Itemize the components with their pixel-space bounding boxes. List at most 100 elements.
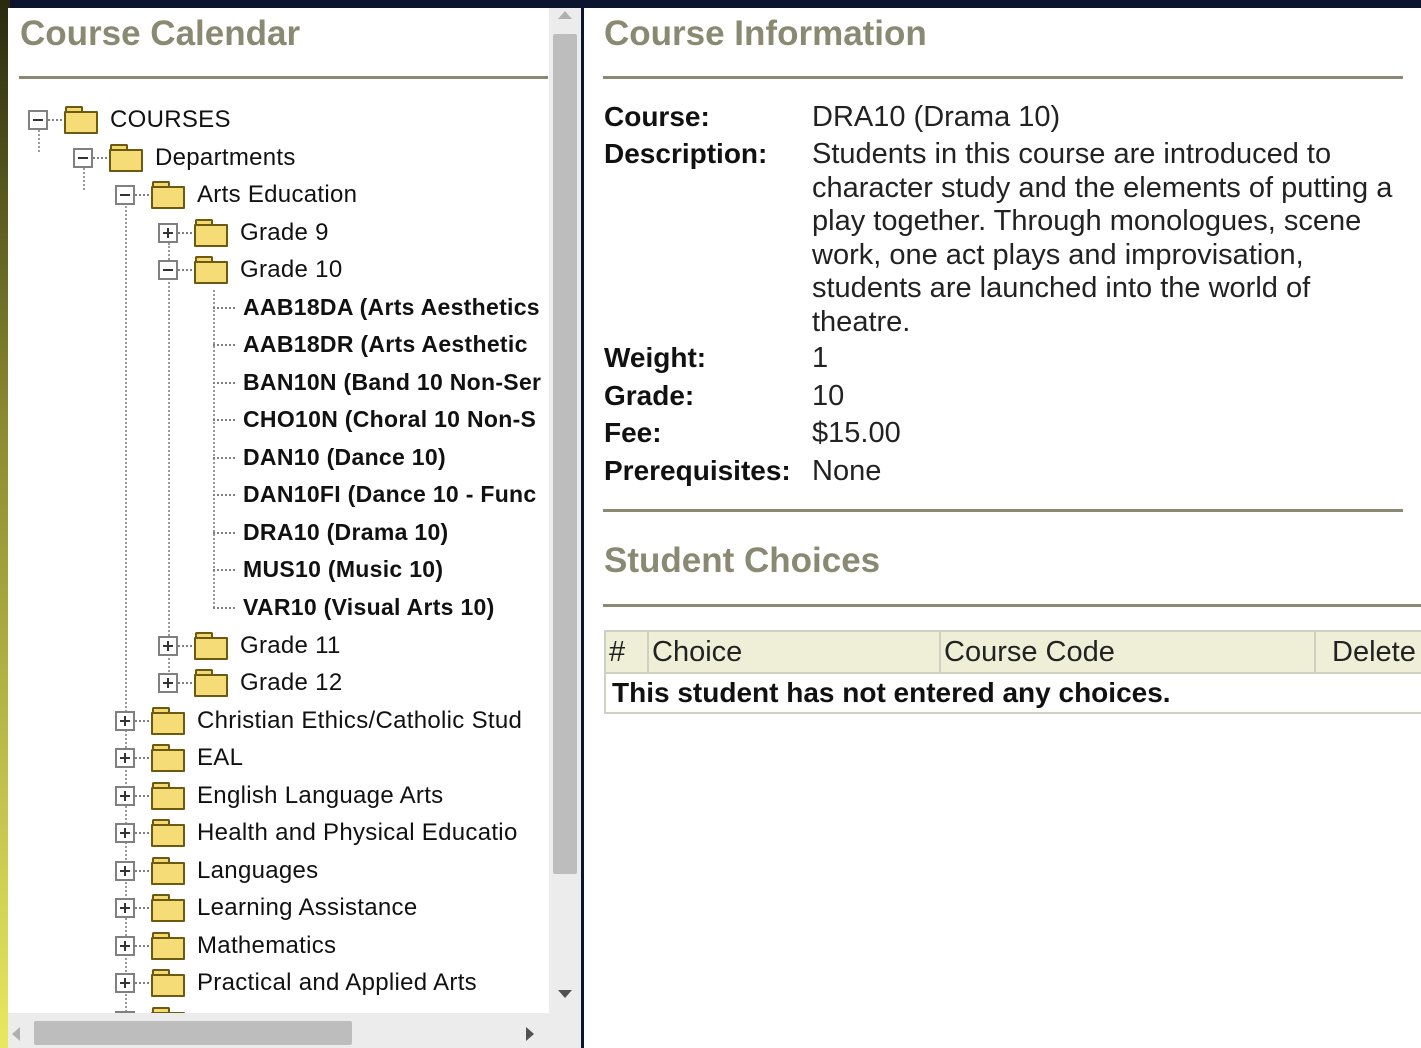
- tree-node-label: COURSES: [110, 105, 231, 133]
- table-header-row: # Choice Course Code Delete: [604, 630, 1421, 674]
- collapse-icon[interactable]: [158, 259, 178, 280]
- description-value: Students in this course are introduced t…: [812, 138, 1393, 338]
- expand-icon[interactable]: [115, 785, 135, 806]
- empty-choices-message: This student has not entered any choices…: [604, 673, 1421, 714]
- fee-value: $15.00: [812, 417, 901, 449]
- weight-row: Weight: 1: [604, 342, 1402, 376]
- course-leaf[interactable]: BAN10N (Band 10 Non-Ser: [213, 364, 541, 401]
- weight-label: Weight:: [604, 342, 707, 373]
- tree-node-department[interactable]: Languages: [115, 852, 318, 889]
- folder-icon: [151, 932, 185, 960]
- fee-row: Fee: $15.00: [604, 417, 1402, 451]
- scroll-right-icon[interactable]: [526, 1027, 534, 1041]
- collapse-icon[interactable]: [73, 147, 93, 168]
- course-label: CHO10N (Choral 10 Non-S: [243, 406, 537, 432]
- expand-icon[interactable]: [115, 747, 135, 768]
- course-row: Course: DRA10 (Drama 10): [604, 101, 1402, 135]
- tree-node-label: Learning Assistance: [197, 893, 418, 921]
- grade-value: 10: [812, 380, 845, 412]
- course-leaf[interactable]: CHO10N (Choral 10 Non-S: [213, 401, 536, 438]
- tree-node-arts-education[interactable]: Arts Education: [115, 176, 357, 213]
- column-header-choice: Choice: [647, 630, 941, 674]
- course-leaf[interactable]: DAN10FI (Dance 10 - Func: [213, 476, 537, 513]
- prerequisites-row: Prerequisites: None: [604, 455, 1402, 489]
- expand-icon[interactable]: [115, 860, 135, 881]
- course-label: AAB18DA (Arts Aesthetics: [243, 294, 540, 320]
- info-bottom-divider: [603, 509, 1403, 512]
- tree-node-department[interactable]: Health and Physical Educatio: [115, 814, 518, 851]
- course-leaf[interactable]: AAB18DA (Arts Aesthetics: [213, 289, 540, 326]
- choices-divider: [603, 604, 1421, 607]
- folder-icon: [151, 819, 185, 847]
- tree-horizontal-scrollbar[interactable]: [8, 1013, 549, 1048]
- tree-node-department[interactable]: EAL: [115, 739, 243, 776]
- folder-icon: [194, 219, 228, 247]
- course-label: MUS10 (Music 10): [243, 556, 444, 582]
- course-leaf[interactable]: MUS10 (Music 10): [213, 551, 443, 588]
- prerequisites-value: None: [812, 455, 882, 487]
- tree-node-grade-10[interactable]: Grade 10: [158, 251, 342, 288]
- grade-row: Grade: 10: [604, 380, 1402, 414]
- tree-node-label: Grade 10: [240, 255, 343, 283]
- folder-icon: [194, 669, 228, 697]
- scroll-down-icon[interactable]: [558, 990, 572, 998]
- tree-node-department[interactable]: Learning Assistance: [115, 889, 418, 926]
- course-label: DRA10 (Drama 10): [243, 519, 449, 545]
- scroll-up-icon[interactable]: [558, 11, 572, 19]
- tree-node-label: Grade 11: [240, 631, 341, 659]
- tree-node-label: Departments: [155, 143, 296, 171]
- tree-node-label: EAL: [197, 743, 244, 771]
- course-label: DAN10 (Dance 10): [243, 444, 446, 470]
- tree-node-department[interactable]: Christian Ethics/Catholic Stud: [115, 702, 522, 739]
- tree-node-label: Mathematics: [197, 931, 337, 959]
- course-leaf[interactable]: AAB18DR (Arts Aesthetic: [213, 326, 528, 363]
- folder-icon: [151, 857, 185, 885]
- course-label: AAB18DR (Arts Aesthetic: [243, 331, 528, 357]
- collapse-icon[interactable]: [115, 184, 135, 205]
- expand-icon[interactable]: [115, 897, 135, 918]
- tree-node-grade-11[interactable]: Grade 11: [158, 627, 341, 664]
- tree-line: [168, 243, 170, 683]
- description-row: Description: Students in this course are…: [604, 138, 1402, 339]
- tree-node-courses[interactable]: COURSES: [28, 101, 231, 138]
- expand-icon[interactable]: [158, 222, 178, 243]
- tree-node-grade-9[interactable]: Grade 9: [158, 214, 329, 251]
- expand-icon[interactable]: [158, 672, 178, 693]
- expand-icon[interactable]: [115, 822, 135, 843]
- course-value: DRA10 (Drama 10): [812, 101, 1061, 133]
- table-row: This student has not entered any choices…: [604, 673, 1421, 714]
- tree-node-label: Christian Ethics/Catholic Stud: [197, 706, 523, 734]
- collapse-icon[interactable]: [28, 109, 48, 130]
- tree-vertical-scrollbar[interactable]: [549, 8, 581, 1013]
- tree-node-label: Practical and Applied Arts: [197, 968, 477, 996]
- tree-node-grade-12[interactable]: Grade 12: [158, 664, 342, 701]
- expand-icon[interactable]: [115, 710, 135, 731]
- scrollbar-corner: [549, 1013, 581, 1048]
- course-leaf[interactable]: DAN10 (Dance 10): [213, 439, 446, 476]
- folder-icon: [151, 894, 185, 922]
- tree-node-label: Arts Education: [197, 180, 358, 208]
- tree-node-label: English Language Arts: [197, 781, 444, 809]
- expand-icon[interactable]: [115, 972, 135, 993]
- course-leaf[interactable]: VAR10 (Visual Arts 10): [213, 589, 495, 626]
- tree-node-department-partial: [115, 1002, 197, 1013]
- scroll-left-icon[interactable]: [12, 1027, 20, 1041]
- fee-label: Fee:: [604, 417, 662, 448]
- folder-icon: [194, 256, 228, 284]
- course-calendar-title: Course Calendar: [20, 14, 301, 53]
- tree-node-department[interactable]: Practical and Applied Arts: [115, 964, 477, 1001]
- student-choices-title: Student Choices: [604, 541, 881, 580]
- tree-node-department[interactable]: English Language Arts: [115, 777, 443, 814]
- expand-icon[interactable]: [158, 635, 178, 656]
- scrollbar-thumb[interactable]: [34, 1021, 352, 1045]
- course-leaf-selected[interactable]: DRA10 (Drama 10): [213, 514, 449, 551]
- tree-node-department[interactable]: Mathematics: [115, 927, 336, 964]
- folder-icon: [151, 782, 185, 810]
- description-label: Description:: [604, 138, 768, 169]
- weight-value: 1: [812, 342, 829, 374]
- expand-icon[interactable]: [115, 935, 135, 956]
- scrollbar-thumb[interactable]: [553, 34, 577, 874]
- tree-node-departments[interactable]: Departments: [73, 139, 296, 176]
- folder-icon: [151, 744, 185, 772]
- folder-icon: [64, 106, 98, 134]
